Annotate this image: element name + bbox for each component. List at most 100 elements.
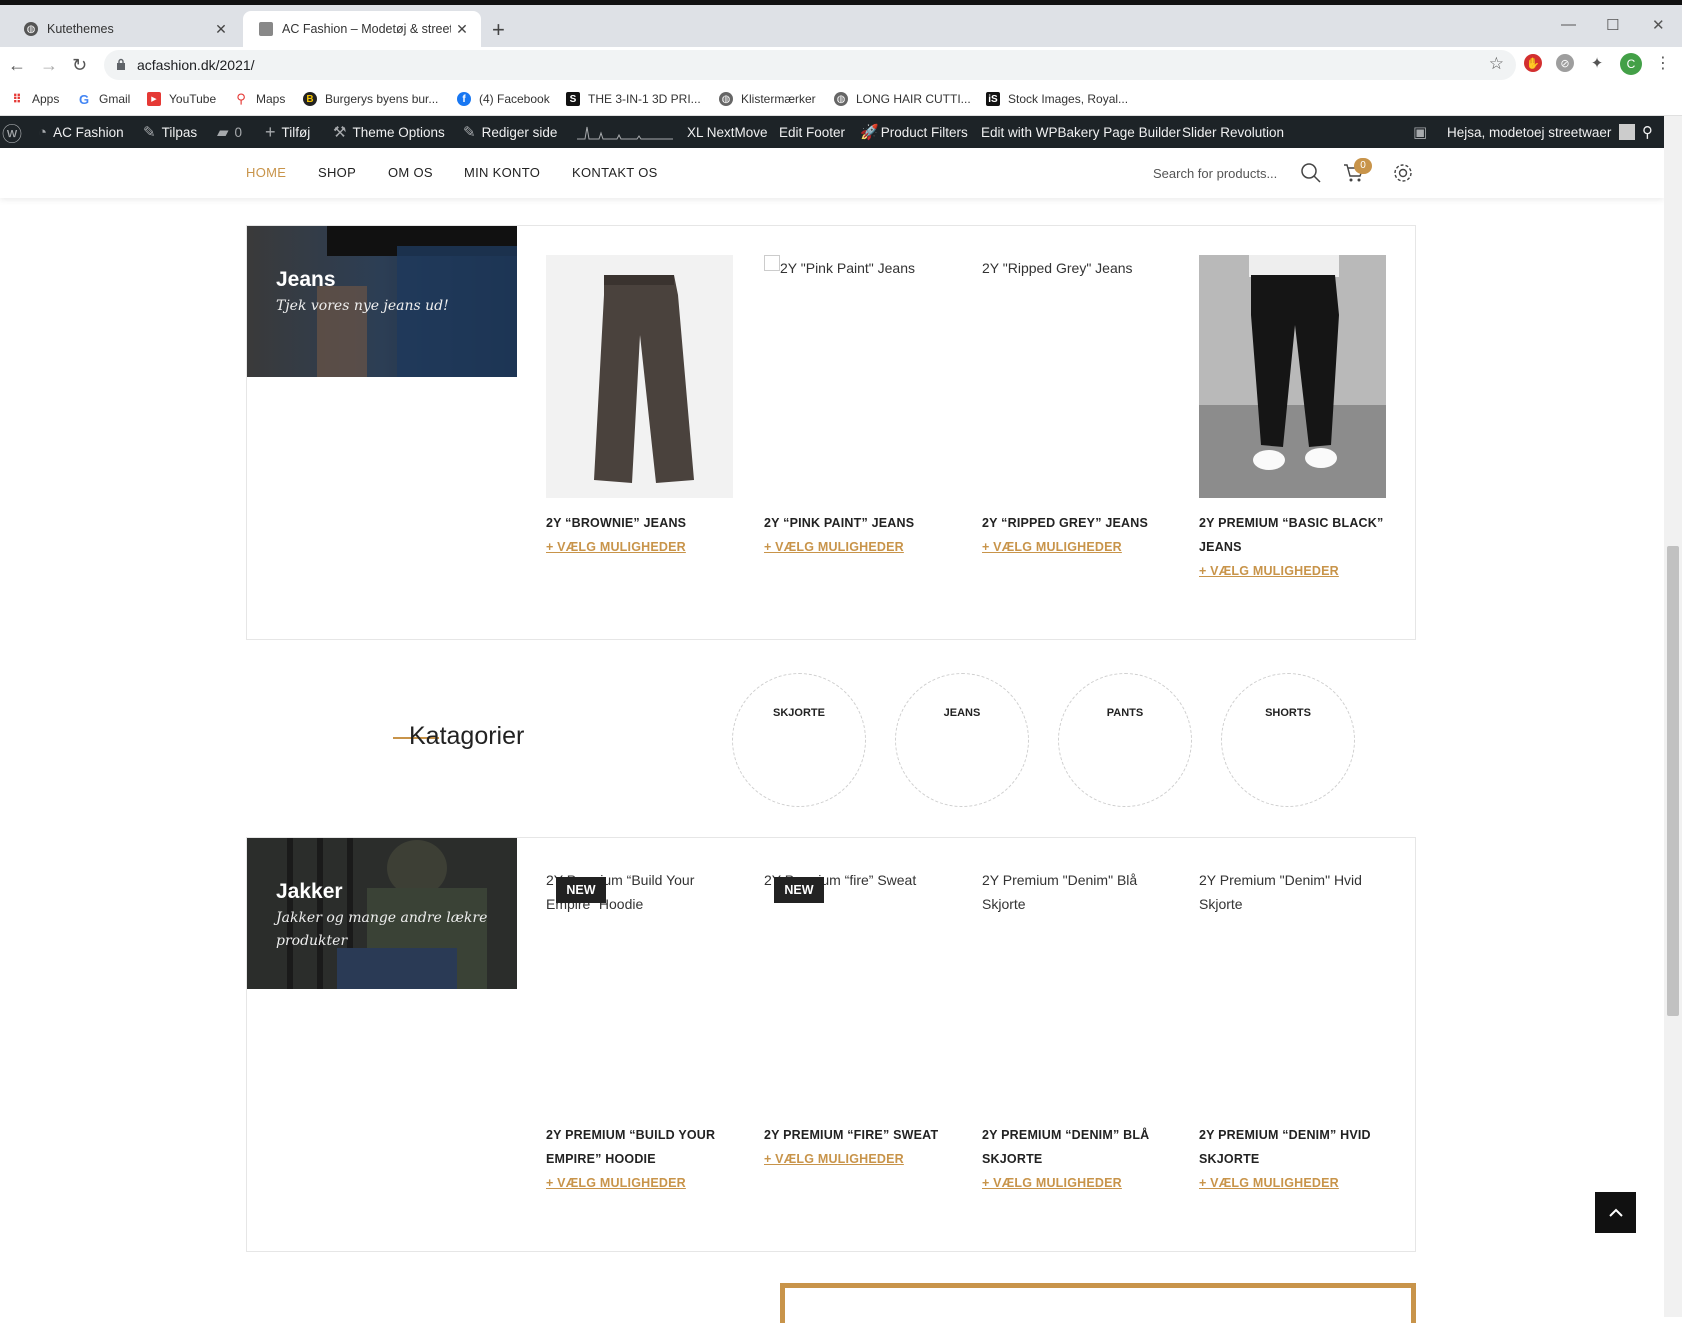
nav-home[interactable]: HOME: [246, 165, 286, 180]
wp-comments[interactable]: ▰ 0: [217, 116, 242, 148]
category-pants[interactable]: PANTS: [1058, 673, 1192, 807]
settings-gear-icon[interactable]: [1392, 162, 1414, 184]
bookmark-klistermaerker[interactable]: ◍ Klistermærker: [719, 83, 816, 115]
product-image[interactable]: 2Y "Pink Paint" Jeans: [764, 255, 951, 498]
puzzle-extensions-icon[interactable]: ✦: [1588, 54, 1606, 72]
product-name[interactable]: 2Y “RIPPED GREY” JEANS: [982, 511, 1182, 535]
adblock-extension-icon[interactable]: ✋: [1524, 54, 1542, 72]
wp-notifications[interactable]: ▣: [1413, 116, 1433, 148]
bookmark-3d-printer[interactable]: S THE 3-IN-1 3D PRI...: [566, 83, 701, 115]
menu-kebab-icon[interactable]: ⋮: [1654, 54, 1672, 72]
choose-options-link[interactable]: + VÆLG MULIGHEDER: [546, 1176, 686, 1190]
category-jeans[interactable]: JEANS: [895, 673, 1029, 807]
reload-icon[interactable]: ↻: [72, 53, 87, 77]
jeans-banner[interactable]: Jeans Tjek vores nye jeans ud!: [247, 226, 517, 377]
bookmark-label: LONG HAIR CUTTI...: [856, 92, 971, 106]
wordpress-logo[interactable]: ⓦ: [2, 116, 28, 148]
tab-ac-fashion[interactable]: AC Fashion – Modetøj & streetwear ✕: [243, 11, 481, 47]
product-name[interactable]: 2Y “PINK PAINT” JEANS: [764, 511, 964, 535]
bookmark-long-hair[interactable]: ◍ LONG HAIR CUTTI...: [834, 83, 971, 115]
bookmark-star-icon[interactable]: ☆: [1489, 54, 1504, 74]
extension-icon[interactable]: ⊘: [1556, 54, 1574, 72]
globe-icon: ◍: [24, 22, 38, 36]
product-name[interactable]: 2Y PREMIUM “FIRE” SWEAT: [764, 1123, 964, 1147]
product-name[interactable]: 2Y PREMIUM “DENIM” HVID SKJORTE: [1199, 1123, 1399, 1171]
search-icon: ⚲: [1642, 124, 1653, 141]
scrollbar-thumb[interactable]: [1667, 546, 1679, 1016]
category-label: SKJORTE: [773, 707, 825, 719]
wp-product-filters[interactable]: 🚀 Product Filters: [860, 116, 968, 148]
wp-new[interactable]: + Tilføj: [265, 116, 310, 148]
close-tab-icon[interactable]: ✕: [451, 21, 473, 38]
category-shorts[interactable]: SHORTS: [1221, 673, 1355, 807]
gold-framed-box: [780, 1283, 1416, 1323]
choose-options-link[interactable]: + VÆLG MULIGHEDER: [982, 540, 1122, 554]
nav-shop[interactable]: SHOP: [318, 165, 356, 180]
image-alt-text: 2Y "Ripped Grey" Jeans: [982, 260, 1133, 276]
wp-customize[interactable]: ✎ Tilpas: [143, 116, 197, 148]
product-search-input[interactable]: Search for products...: [1153, 166, 1277, 181]
bookmark-maps[interactable]: ⚲ Maps: [234, 83, 285, 115]
wp-edit-page[interactable]: ✎ Rediger side: [463, 116, 557, 148]
product-name[interactable]: 2Y PREMIUM “DENIM” BLÅ SKJORTE: [982, 1123, 1182, 1171]
tab-kutethemes[interactable]: ◍ Kutethemes ✕: [8, 11, 240, 47]
choose-options-link[interactable]: + VÆLG MULIGHEDER: [982, 1176, 1122, 1190]
bookmark-apps[interactable]: ⠿ Apps: [10, 83, 59, 115]
nav-om-os[interactable]: OM OS: [388, 165, 433, 180]
wp-edit-footer[interactable]: Edit Footer: [779, 116, 845, 148]
bookmark-burgerys[interactable]: B Burgerys byens bur...: [303, 83, 438, 115]
wp-site-name[interactable]: ◔ AC Fashion: [38, 116, 124, 148]
product-image[interactable]: 2Y Premium "Denim" Hvid Skjorte: [1199, 867, 1386, 1110]
bookmark-label: Maps: [256, 92, 286, 106]
product-name[interactable]: 2Y PREMIUM “BASIC BLACK” JEANS: [1199, 511, 1399, 559]
bookmark-youtube[interactable]: ▶ YouTube: [147, 83, 216, 115]
plus-icon: +: [265, 121, 276, 142]
product-name[interactable]: 2Y “BROWNIE” JEANS: [546, 511, 746, 535]
back-to-top-button[interactable]: [1595, 1192, 1636, 1233]
bookmark-gmail[interactable]: G Gmail: [77, 83, 130, 115]
jeans-banner-subtitle: Tjek vores nye jeans ud!: [276, 298, 449, 314]
product-image[interactable]: [1199, 255, 1386, 498]
forward-icon[interactable]: →: [40, 53, 58, 77]
choose-options-link[interactable]: + VÆLG MULIGHEDER: [764, 540, 904, 554]
wp-slider-revolution[interactable]: Slider Revolution: [1182, 116, 1284, 148]
close-tab-icon[interactable]: ✕: [210, 21, 232, 38]
search-icon[interactable]: [1300, 162, 1322, 184]
category-skjorte[interactable]: SKJORTE: [732, 673, 866, 807]
nav-min-konto[interactable]: MIN KONTO: [464, 165, 540, 180]
page-scrollbar[interactable]: [1664, 116, 1682, 1317]
product-image[interactable]: 2Y Premium “Build Your Empire” Hoodie: [546, 867, 733, 1110]
new-tab-icon[interactable]: +: [492, 19, 505, 41]
wp-theme-options[interactable]: ⚒ Theme Options: [333, 116, 445, 148]
nav-kontakt-os[interactable]: KONTAKT OS: [572, 165, 658, 180]
wp-search[interactable]: ⚲: [1642, 116, 1659, 148]
product-image[interactable]: [546, 255, 733, 498]
back-icon[interactable]: ←: [8, 53, 26, 77]
profile-avatar[interactable]: C: [1620, 53, 1642, 75]
bookmark-facebook[interactable]: f (4) Facebook: [457, 83, 550, 115]
product-name[interactable]: 2Y PREMIUM “BUILD YOUR EMPIRE” HOODIE: [546, 1123, 746, 1171]
close-window-icon[interactable]: ✕: [1652, 16, 1665, 34]
product-image[interactable]: 2Y Premium “fire” Sweat: [764, 867, 951, 1110]
wpbakery-label: Edit with WPBakery Page Builder: [981, 124, 1181, 140]
jakker-banner[interactable]: Jakker Jakker og mange andre lækre produ…: [247, 838, 517, 989]
minimize-icon[interactable]: —: [1561, 16, 1576, 33]
choose-options-link[interactable]: + VÆLG MULIGHEDER: [546, 540, 686, 554]
wp-stats-sparkline[interactable]: [577, 116, 673, 148]
pencil-icon: ✎: [463, 124, 476, 141]
choose-options-link[interactable]: + VÆLG MULIGHEDER: [1199, 1176, 1339, 1190]
bookmark-label: (4) Facebook: [479, 92, 550, 106]
black-jeans-photo: [1199, 255, 1386, 498]
wp-wpbakery[interactable]: Edit with WPBakery Page Builder: [981, 116, 1181, 148]
choose-options-link[interactable]: + VÆLG MULIGHEDER: [1199, 564, 1339, 578]
product-image[interactable]: 2Y Premium "Denim" Blå Skjorte: [982, 867, 1169, 1110]
product-filters-label: Product Filters: [880, 124, 968, 140]
omnibox[interactable]: acfashion.dk/2021/ ☆: [104, 50, 1516, 80]
maximize-icon[interactable]: ☐: [1606, 16, 1619, 34]
bookmark-stock-images[interactable]: iS Stock Images, Royal...: [986, 83, 1128, 115]
wp-xl-nextmove[interactable]: XL NextMove: [687, 116, 768, 148]
product-image[interactable]: 2Y "Ripped Grey" Jeans: [982, 255, 1169, 498]
choose-options-link[interactable]: + VÆLG MULIGHEDER: [764, 1152, 904, 1166]
slider-revolution-label: Slider Revolution: [1182, 124, 1285, 140]
wp-my-account[interactable]: Hejsa, modetoej streetwaer: [1447, 116, 1636, 148]
